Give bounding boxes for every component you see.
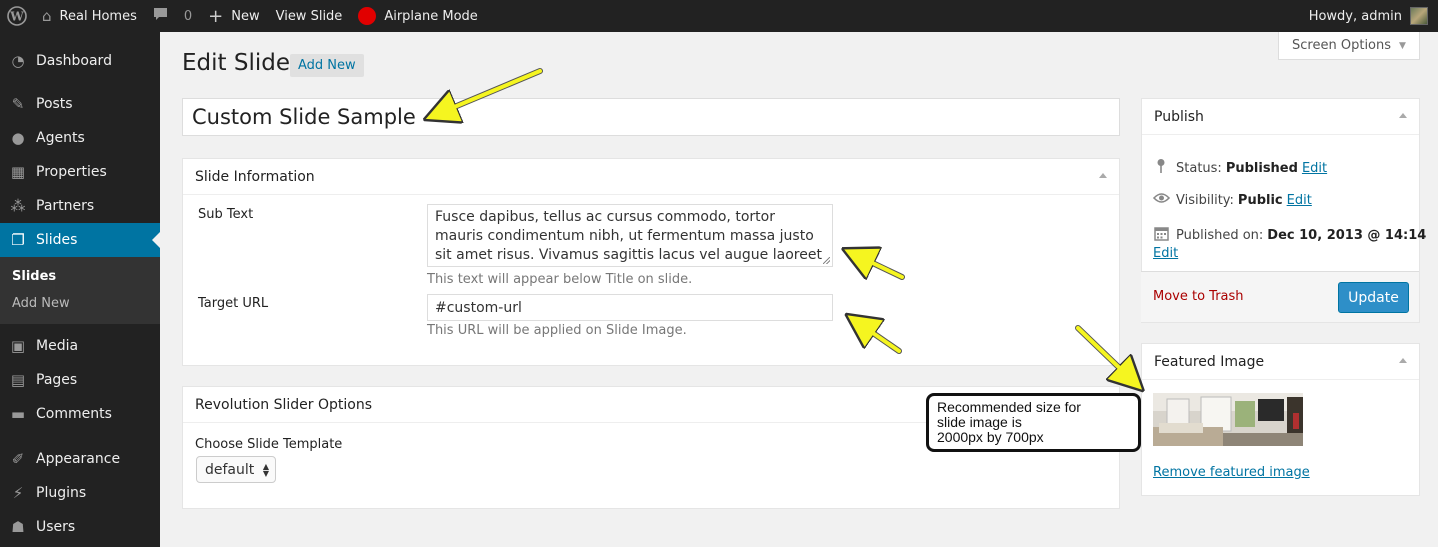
url-arrow-icon [860, 324, 902, 354]
annotation-arrows [0, 68, 1438, 547]
subtext-arrow-icon [858, 256, 905, 280]
featured-image-arrow-icon [1075, 325, 1131, 379]
title-arrow-icon [440, 68, 543, 113]
